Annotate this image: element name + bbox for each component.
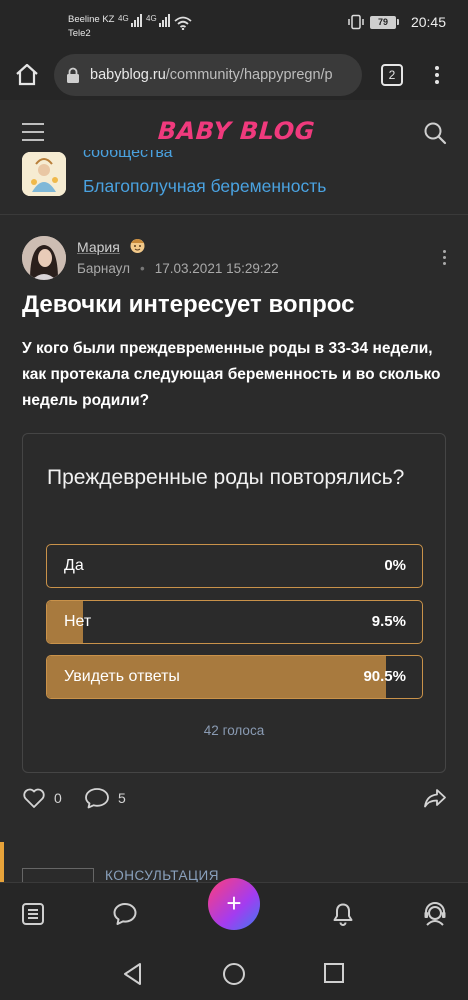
poll-option[interactable]: Нет 9.5%	[46, 600, 423, 644]
card-accent	[0, 842, 4, 887]
home-icon[interactable]	[14, 62, 40, 88]
home-circle-icon[interactable]	[222, 962, 246, 986]
post-card: Мария Барнаул • 17.03.2021 15:29:22 Девочк…	[0, 214, 468, 832]
comment-count: 5	[118, 790, 126, 806]
author-avatar[interactable]	[22, 236, 66, 280]
recents-icon[interactable]	[323, 962, 345, 984]
heart-icon	[23, 788, 45, 808]
back-icon[interactable]	[122, 962, 144, 986]
community-link[interactable]: Благополучная беременность	[83, 176, 326, 197]
url-text: babyblog.ru/community/happypregn/p	[90, 67, 333, 83]
poll-option-label: Увидеть ответы	[64, 668, 180, 685]
poll-option-label: Да	[64, 557, 84, 574]
share-icon[interactable]	[423, 787, 447, 809]
signal-1-icon: 4G	[118, 14, 143, 30]
community-row: сообщества Благополучная беременность	[0, 150, 468, 208]
tab-switcher-button[interactable]: 2	[381, 64, 403, 86]
like-count: 0	[54, 790, 62, 806]
plus-icon[interactable]: +	[208, 878, 260, 930]
post-title: Девочки интересует вопрос	[22, 291, 355, 318]
carrier-name-2: Tele2	[68, 28, 91, 39]
poll-question: Преждевренные роды повторялись?	[47, 466, 405, 489]
post-options-icon[interactable]	[441, 250, 447, 270]
next-post-category: КОНСУЛЬТАЦИЯ	[105, 868, 219, 883]
url-path: /community/happypregn/p	[165, 67, 333, 83]
poll-option-percent: 9.5%	[371, 613, 406, 630]
chat-icon[interactable]	[112, 901, 138, 927]
url-domain: babyblog.ru	[90, 67, 166, 83]
browser-toolbar: babyblog.ru/community/happypregn/p 2	[0, 52, 468, 100]
post-actions: 0 5	[0, 787, 468, 817]
post-body: У кого были преждевременные роды в 33-34…	[22, 340, 441, 409]
status-bar: Beeline KZ Tele2 4G 4G 79 20:45	[0, 0, 468, 52]
system-navigation	[0, 948, 468, 1000]
author-name[interactable]: Мария	[77, 239, 120, 255]
poll-option[interactable]: Да 0%	[46, 544, 423, 588]
vibrate-icon	[348, 14, 364, 30]
hamburger-menu-icon[interactable]	[22, 123, 44, 141]
poll-vote-count: 42 голоса	[203, 723, 265, 738]
poll-option[interactable]: Увидеть ответы 90.5%	[46, 655, 423, 699]
browser-menu-icon[interactable]	[430, 63, 444, 87]
feed-icon[interactable]	[20, 901, 46, 927]
bottom-navigation: +	[0, 878, 468, 948]
poll-option-label: Нет	[64, 613, 92, 630]
battery-level: 79	[369, 15, 396, 29]
search-icon[interactable]	[423, 121, 447, 145]
address-bar[interactable]: babyblog.ru/community/happypregn/p	[54, 54, 362, 96]
post-meta: Барнаул • 17.03.2021 15:29:22	[77, 261, 279, 276]
network-type-1: 4G	[118, 14, 129, 23]
like-button[interactable]: 0	[22, 787, 62, 809]
battery-icon: 79	[369, 15, 399, 29]
mother-badge-icon	[130, 239, 145, 253]
lock-icon	[67, 67, 79, 83]
wifi-icon	[174, 16, 192, 30]
carrier-name-1: Beeline KZ	[68, 14, 115, 25]
clock: 20:45	[410, 14, 446, 30]
poll-option-percent: 0%	[384, 557, 406, 574]
site-logo[interactable]: BABY BLOG	[157, 117, 316, 145]
support-icon[interactable]	[422, 901, 448, 927]
carrier-info: Beeline KZ Tele2	[68, 13, 114, 41]
network-type-2: 4G	[146, 14, 157, 23]
comment-button[interactable]: 5	[84, 787, 126, 809]
community-avatar[interactable]	[22, 152, 66, 196]
community-label: сообщества	[83, 150, 173, 161]
poll-option-percent: 90.5%	[363, 668, 406, 685]
author-city: Барнаул	[77, 261, 131, 276]
poll: Преждевренные роды повторялись? Да 0% Не…	[22, 433, 446, 773]
signal-2-icon: 4G	[146, 14, 171, 30]
bell-icon[interactable]	[330, 901, 356, 927]
comment-icon	[85, 788, 109, 809]
post-date: 17.03.2021 15:29:22	[154, 261, 279, 276]
